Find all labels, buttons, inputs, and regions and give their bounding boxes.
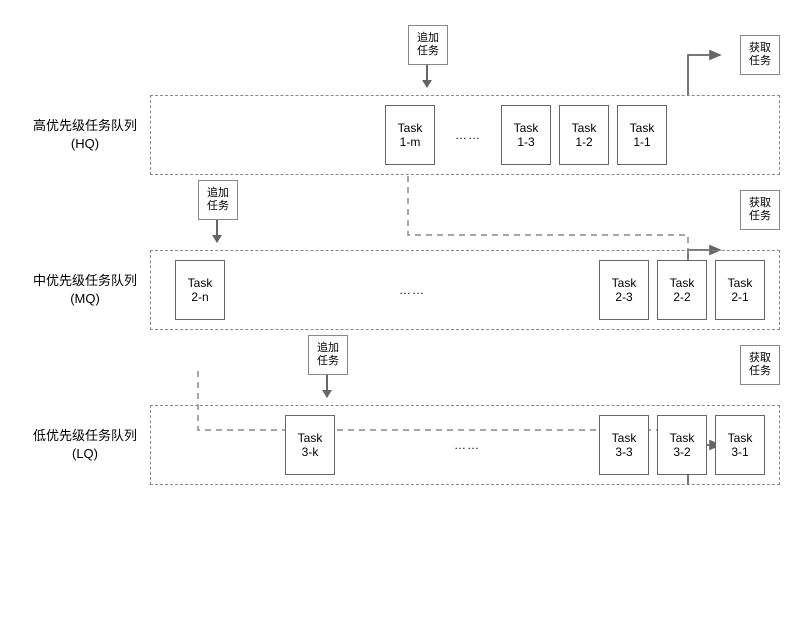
mq-section: 追加 任务 获取 任务 中优先级任务队列 (MQ) Task 2-n …… Ta…	[20, 250, 780, 330]
mq-title: 中优先级任务队列	[20, 272, 150, 290]
lq-append-box: 追加 任务	[308, 335, 348, 375]
hq-append-box: 追加 任务	[408, 25, 448, 65]
lq-abbr: (LQ)	[20, 445, 150, 463]
mq-label: 中优先级任务队列 (MQ)	[20, 272, 150, 308]
lq-fetch-label: 获取 任务	[749, 352, 771, 378]
lq-task-2: Task 3-2	[657, 415, 707, 475]
lq-title: 低优先级任务队列	[20, 427, 150, 445]
hq-queue-box: Task 1-m …… Task 1-3 Task 1-2 Task 1-1	[150, 95, 780, 175]
lq-task-3: Task 3-3	[599, 415, 649, 475]
hq-fetch-label: 获取 任务	[749, 42, 771, 68]
mq-append-label: 追加 任务	[207, 187, 229, 213]
lq-append-label: 追加 任务	[317, 342, 339, 368]
hq-title: 高优先级任务队列	[20, 117, 150, 135]
hq-abbr: (HQ)	[20, 135, 150, 153]
mq-fetch-box: 获取 任务	[740, 190, 780, 230]
hq-section: 追加 任务 获取 任务 高优先级任务队列 (HQ) Task 1-m …… Ta…	[20, 95, 780, 175]
hq-task-1: Task 1-1	[617, 105, 667, 165]
hq-task-2: Task 1-2	[559, 105, 609, 165]
mq-task-tail: Task 2-n	[175, 260, 225, 320]
lq-section: 追加 任务 获取 任务 低优先级任务队列 (LQ) Task 3-k …… Ta…	[20, 405, 780, 485]
mq-append-arrow	[216, 220, 218, 242]
lq-task-tail: Task 3-k	[285, 415, 335, 475]
lq-queue-box: Task 3-k …… Task 3-3 Task 3-2 Task 3-1	[150, 405, 780, 485]
hq-task-tail: Task 1-m	[385, 105, 435, 165]
hq-append-label: 追加 任务	[417, 32, 439, 58]
hq-dots: ……	[439, 128, 497, 142]
hq-label: 高优先级任务队列 (HQ)	[20, 117, 150, 153]
mq-queue-box: Task 2-n …… Task 2-3 Task 2-2 Task 2-1	[150, 250, 780, 330]
mq-abbr: (MQ)	[20, 290, 150, 308]
mq-task-2: Task 2-2	[657, 260, 707, 320]
lq-fetch-box: 获取 任务	[740, 345, 780, 385]
mq-task-3: Task 2-3	[599, 260, 649, 320]
hq-task-3: Task 1-3	[501, 105, 551, 165]
mq-task-1: Task 2-1	[715, 260, 765, 320]
mq-fetch-label: 获取 任务	[749, 197, 771, 223]
mq-dots: ……	[229, 283, 595, 297]
mq-append-box: 追加 任务	[198, 180, 238, 220]
lq-label: 低优先级任务队列 (LQ)	[20, 427, 150, 463]
lq-dots: ……	[339, 438, 595, 452]
lq-task-1: Task 3-1	[715, 415, 765, 475]
hq-append-arrow	[426, 65, 428, 87]
hq-fetch-box: 获取 任务	[740, 35, 780, 75]
lq-append-arrow	[326, 375, 328, 397]
